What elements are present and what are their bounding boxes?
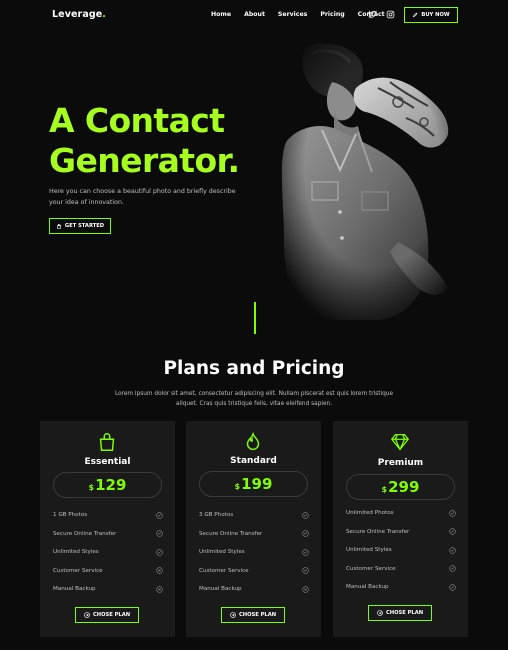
feature-item: Manual Backup xyxy=(53,580,163,599)
check-circle-icon xyxy=(449,547,456,554)
chose-plan-button[interactable]: CHOSE PLAN xyxy=(221,607,285,623)
check-circle-icon xyxy=(156,530,163,537)
feature-item: Customer Service xyxy=(199,562,309,581)
plan-features: 3 GB Photos Secure Online Transfer Unlim… xyxy=(199,506,309,599)
x-circle-icon xyxy=(156,586,163,593)
hero-title-line1: A Contact xyxy=(49,101,225,140)
feature-item: Secure Online Transfer xyxy=(346,523,456,542)
twitter-icon[interactable] xyxy=(368,10,377,19)
price-amount: 199 xyxy=(241,475,273,493)
plan-price: $129 xyxy=(53,472,162,498)
plan-name: Essential xyxy=(84,457,131,467)
plan-price: $199 xyxy=(199,471,308,497)
hand-icon xyxy=(57,223,61,229)
price-currency: $ xyxy=(234,482,241,491)
arrow-circle-icon xyxy=(84,612,90,618)
get-started-button[interactable]: GET STARTED xyxy=(49,218,111,234)
feature-item: Unlimited Styles xyxy=(199,543,309,562)
logo-text: Leverage xyxy=(52,9,103,20)
check-circle-icon xyxy=(449,510,456,517)
check-circle-icon xyxy=(449,584,456,591)
feature-item: Manual Backup xyxy=(346,578,456,597)
feature-item: 1 GB Photos xyxy=(53,506,163,525)
plan-features: 1 GB Photos Secure Online Transfer Unlim… xyxy=(53,506,163,599)
check-circle-icon xyxy=(302,512,309,519)
pricing-description: Lorem ipsum dolor sit amet, consectetur … xyxy=(114,391,394,407)
feature-item: Unlimited Styles xyxy=(53,543,163,562)
check-circle-icon xyxy=(302,567,309,574)
plan-card-premium: Premium $299 Unlimited Photos Secure Onl… xyxy=(333,421,468,637)
plan-name: Premium xyxy=(377,458,424,468)
chose-plan-button[interactable]: CHOSE PLAN xyxy=(75,607,139,623)
nav-about-link[interactable]: About xyxy=(244,11,265,18)
price-currency: $ xyxy=(88,483,95,492)
pricing-title: Plans and Pricing xyxy=(163,358,345,379)
hero-description: Here you can choose a beautiful photo an… xyxy=(49,188,236,206)
check-circle-icon xyxy=(156,512,163,519)
feature-item: Unlimited Styles xyxy=(346,541,456,560)
chose-plan-label: CHOSE PLAN xyxy=(385,610,424,616)
price-amount: 299 xyxy=(388,478,420,496)
instagram-icon[interactable] xyxy=(386,10,395,19)
feature-item: Secure Online Transfer xyxy=(199,525,309,544)
arrow-circle-icon xyxy=(377,610,383,616)
x-circle-icon xyxy=(156,567,163,574)
check-circle-icon xyxy=(449,528,456,535)
nav-pricing-link[interactable]: Pricing xyxy=(320,11,344,18)
flame-icon xyxy=(246,431,260,450)
feature-item: 3 GB Photos xyxy=(199,506,309,525)
rocket-icon xyxy=(413,12,418,18)
x-circle-icon xyxy=(302,586,309,593)
feature-item: Unlimited Photos xyxy=(346,504,456,523)
logo[interactable]: Leverage. xyxy=(52,9,106,20)
nav-services-link[interactable]: Services xyxy=(278,11,307,18)
chose-plan-label: CHOSE PLAN xyxy=(238,612,277,618)
feature-item: Secure Online Transfer xyxy=(53,525,163,544)
get-started-label: GET STARTED xyxy=(64,223,105,229)
check-circle-icon xyxy=(449,565,456,572)
arrow-circle-icon xyxy=(230,612,236,618)
price-amount: 129 xyxy=(95,476,127,494)
plan-card-standard: Standard $199 3 GB Photos Secure Online … xyxy=(186,421,321,637)
hero-title: A Contact Generator. xyxy=(49,101,289,181)
price-currency: $ xyxy=(381,485,388,494)
feature-item: Manual Backup xyxy=(199,580,309,599)
buy-now-label: BUY NOW xyxy=(421,12,450,18)
hero-title-line2: Generator. xyxy=(49,141,240,180)
plan-name: Standard xyxy=(230,456,277,466)
check-circle-icon xyxy=(156,549,163,556)
logo-dot: . xyxy=(102,9,106,20)
chose-plan-label: CHOSE PLAN xyxy=(92,612,131,618)
diamond-icon xyxy=(390,434,410,451)
top-navbar: Leverage. Home About Services Pricing Co… xyxy=(0,0,508,30)
plan-card-essential: Essential $129 1 GB Photos Secure Online… xyxy=(40,421,175,637)
check-circle-icon xyxy=(302,549,309,556)
plan-price: $299 xyxy=(346,474,455,500)
buy-now-button[interactable]: BUY NOW xyxy=(404,7,458,23)
divider-line xyxy=(254,302,256,334)
check-circle-icon xyxy=(302,530,309,537)
feature-item: Customer Service xyxy=(53,562,163,581)
nav-home-link[interactable]: Home xyxy=(211,11,231,18)
hero-photo xyxy=(278,42,468,322)
feature-item: Customer Service xyxy=(346,560,456,579)
plan-features: Unlimited Photos Secure Online Transfer … xyxy=(346,504,456,597)
chose-plan-button[interactable]: CHOSE PLAN xyxy=(368,605,432,621)
shopping-bag-icon xyxy=(99,433,115,451)
